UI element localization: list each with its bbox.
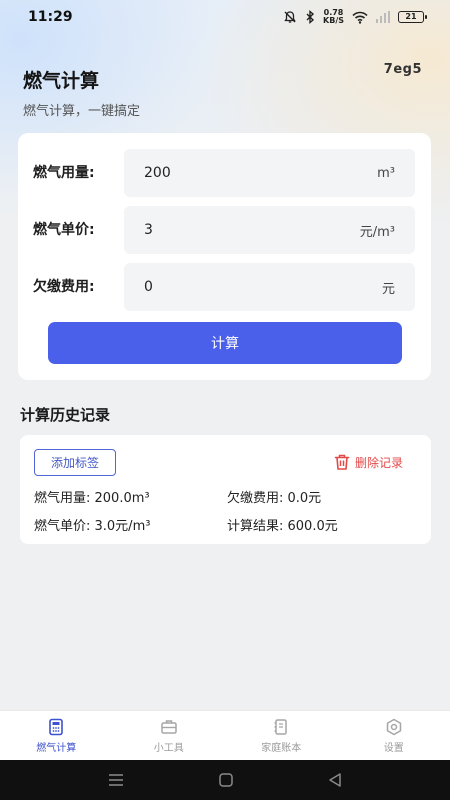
delete-record-label: 删除记录	[354, 455, 403, 470]
nav-label-settings: 设置	[383, 742, 404, 754]
record-arrears: 欠缴费用: 0.0元	[227, 491, 322, 506]
price-unit: 元/m³	[359, 224, 395, 240]
arrears-value: 0	[144, 279, 153, 295]
status-icons: 0.78 KB/S 21	[283, 9, 427, 25]
usage-unit: m³	[377, 165, 395, 181]
nav-item-settings[interactable]: 设置	[344, 718, 444, 754]
nav-label-tools: 小工具	[153, 742, 184, 754]
history-title: 计算历史记录	[20, 406, 111, 424]
nav-item-gas-calc[interactable]: 燃气计算	[6, 718, 106, 754]
usage-value: 200	[144, 165, 171, 181]
trash-icon	[333, 453, 351, 471]
signal-icon	[376, 11, 390, 23]
calculator-icon	[47, 718, 65, 736]
status-time: 11:29	[28, 9, 73, 25]
arrears-input[interactable]: 0 元	[124, 263, 415, 311]
page-subtitle: 燃气计算，一键搞定	[23, 104, 141, 119]
calculator-form-card: 燃气用量: 200 m³ 燃气单价: 3 元/m³ 欠缴费用: 0 元 计算	[18, 133, 431, 380]
nav-item-tools[interactable]: 小工具	[119, 718, 219, 754]
arrears-unit: 元	[381, 281, 395, 297]
back-icon[interactable]	[327, 772, 343, 788]
record-price: 燃气单价: 3.0元/m³	[34, 519, 151, 534]
page-title: 燃气计算	[23, 70, 100, 92]
nav-label-ledger: 家庭账本	[261, 742, 302, 754]
status-bar: 11:29 0.78 KB/S 21	[0, 0, 450, 34]
usage-input[interactable]: 200 m³	[124, 149, 415, 197]
network-speed: 0.78 KB/S	[323, 9, 344, 25]
usage-row: 燃气用量: 200 m³	[18, 149, 431, 197]
menu-icon[interactable]	[107, 773, 125, 787]
calculate-button[interactable]: 计算	[48, 322, 402, 364]
bluetooth-icon	[305, 10, 315, 24]
price-label: 燃气单价:	[33, 222, 95, 238]
price-input[interactable]: 3 元/m³	[124, 206, 415, 254]
history-record-card: 添加标签 删除记录 燃气用量: 200.0m³ 欠缴费用: 0.0元 燃气单价:…	[20, 435, 431, 544]
mute-icon	[283, 10, 297, 24]
ledger-icon	[272, 718, 290, 736]
arrears-row: 欠缴费用: 0 元	[18, 263, 431, 311]
record-usage: 燃气用量: 200.0m³	[34, 491, 150, 506]
system-nav-bar	[0, 760, 450, 800]
nav-label-gas-calc: 燃气计算	[36, 742, 77, 754]
nav-item-ledger[interactable]: 家庭账本	[231, 718, 331, 754]
usage-label: 燃气用量:	[33, 165, 95, 181]
record-result: 计算结果: 600.0元	[227, 519, 338, 534]
battery-indicator: 21	[398, 11, 427, 23]
price-row: 燃气单价: 3 元/m³	[18, 206, 431, 254]
speed-unit: KB/S	[323, 16, 344, 25]
bottom-nav: 燃气计算 小工具 家庭账本 设置	[0, 710, 450, 760]
app-code: 7eg5	[383, 62, 422, 77]
delete-record-button[interactable]: 删除记录	[333, 450, 403, 474]
toolbox-icon	[160, 718, 178, 736]
wifi-icon	[352, 11, 368, 24]
price-value: 3	[144, 222, 153, 238]
home-icon[interactable]	[218, 772, 234, 788]
add-tag-button[interactable]: 添加标签	[34, 449, 116, 476]
arrears-label: 欠缴费用:	[33, 279, 95, 295]
settings-icon	[385, 718, 403, 736]
